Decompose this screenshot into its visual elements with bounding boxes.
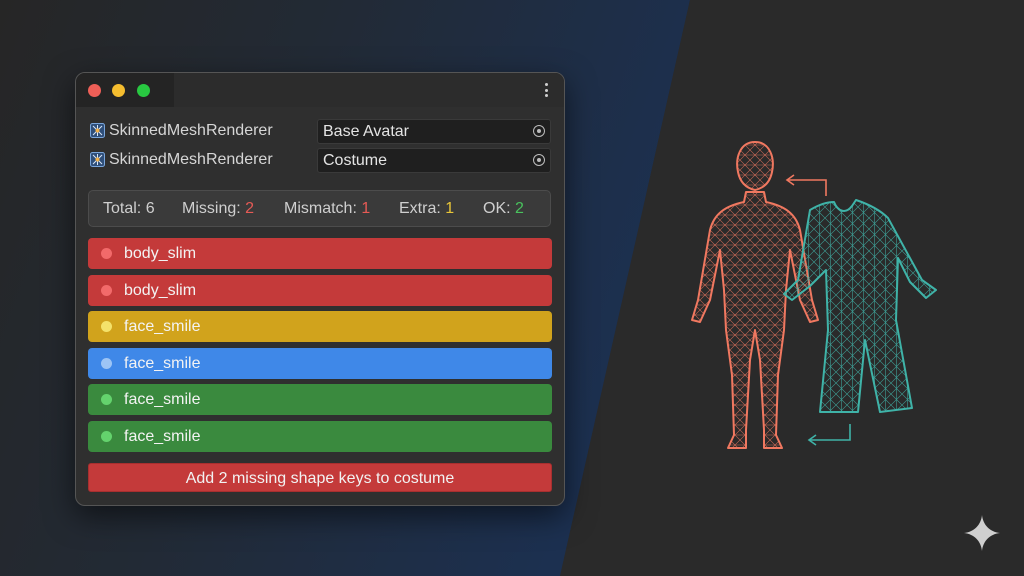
ok-stat: OK: 2: [483, 200, 524, 217]
base-avatar-object-field[interactable]: Base Avatar: [317, 119, 551, 144]
shape-key-row-mismatch[interactable]: face_smile: [88, 347, 552, 379]
object-picker-icon[interactable]: [533, 125, 545, 137]
shape-key-name: face_smile: [124, 354, 201, 372]
costume-object-field[interactable]: Costume: [317, 148, 551, 173]
skinned-mesh-icon: [90, 152, 105, 167]
shape-key-row-extra[interactable]: face_smile: [88, 311, 552, 342]
title-bar-tab-area: [174, 73, 564, 107]
status-dot-icon: [101, 248, 112, 259]
shape-key-row-ok[interactable]: face_smile: [88, 384, 552, 415]
close-window-button[interactable]: [88, 84, 101, 97]
shape-key-name: body_slim: [124, 281, 197, 299]
return-arrow: [807, 424, 851, 446]
sparkle-icon: [964, 515, 1000, 551]
avatar-costume-wireframe-illustration: [691, 141, 937, 449]
base-avatar-field-row: SkinnedMeshRenderer Base Avatar: [88, 119, 552, 144]
missing-stat: Missing: 2: [182, 200, 255, 217]
status-dot-icon: [101, 357, 112, 369]
shape-key-row-missing[interactable]: body_slim: [88, 238, 552, 269]
extra-stat: Extra: 1: [399, 200, 455, 217]
more-options-icon[interactable]: [540, 81, 552, 99]
shape-key-row-ok[interactable]: face_smile: [88, 420, 552, 452]
total-stat: Total: 6: [103, 200, 155, 217]
costume-field-row: SkinnedMeshRenderer Costume: [88, 148, 552, 173]
shape-key-name: body_slim: [124, 245, 197, 262]
summary-bar: Total: 6 Missing: 2 Mismatch: 1 Extra: 1…: [88, 190, 551, 227]
status-dot-icon: [101, 321, 112, 332]
object-picker-icon[interactable]: [533, 154, 545, 166]
maximize-window-button[interactable]: [137, 84, 150, 97]
mismatch-stat: Mismatch: 1: [284, 200, 371, 217]
shape-key-name: face_smile: [124, 427, 201, 445]
object-field-value: Base Avatar: [323, 123, 409, 140]
status-dot-icon: [101, 430, 112, 442]
status-dot-icon: [101, 394, 112, 405]
action-button-label: Add 2 missing shape keys to costume: [185, 470, 455, 487]
object-field-value: Costume: [323, 152, 388, 169]
shape-key-sync-window: SkinnedMeshRenderer Base Avatar SkinnedM…: [75, 72, 565, 506]
component-type-label: SkinnedMeshRenderer: [109, 151, 273, 168]
shape-key-name: face_smile: [124, 391, 201, 408]
title-bar: [76, 73, 564, 107]
status-dot-icon: [101, 284, 112, 296]
shape-key-row-missing[interactable]: body_slim: [88, 274, 552, 306]
shape-key-name: face_smile: [124, 318, 201, 335]
minimize-window-button[interactable]: [112, 84, 125, 97]
transfer-arrows: [785, 174, 827, 196]
add-missing-shape-keys-button[interactable]: Add 2 missing shape keys to costume: [88, 463, 552, 492]
component-type-label: SkinnedMeshRenderer: [109, 122, 273, 139]
skinned-mesh-icon: [90, 123, 105, 138]
